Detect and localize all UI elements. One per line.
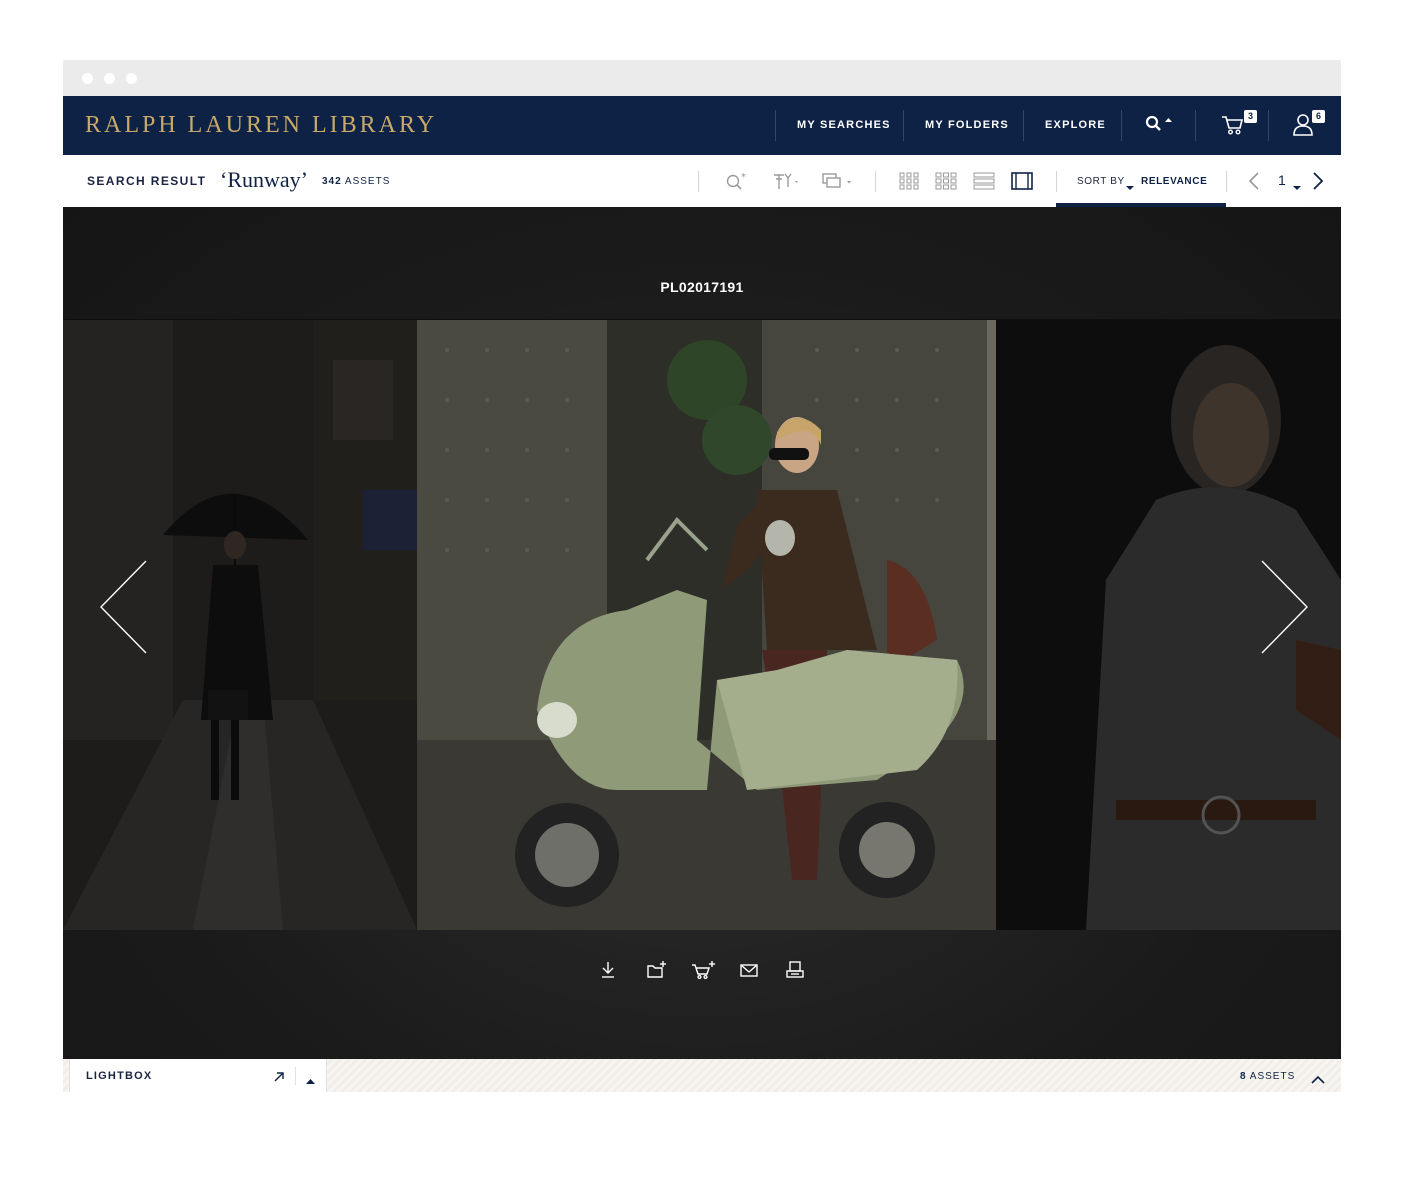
user-icon[interactable] <box>1292 113 1314 142</box>
lightbox-count: 8 ASSETS <box>1240 1071 1296 1082</box>
nav-my-searches[interactable]: MY SEARCHES <box>797 96 891 155</box>
nav-divider <box>1195 110 1196 141</box>
toolbar-divider <box>1056 171 1057 192</box>
filter-icon[interactable] <box>772 171 804 196</box>
lightbox-tab[interactable]: LIGHTBOX <box>69 1059 327 1092</box>
nav-my-folders[interactable]: MY FOLDERS <box>925 96 1009 155</box>
window-dot-maximize[interactable] <box>126 73 137 84</box>
zoom-search-icon[interactable]: * <box>725 171 749 196</box>
result-count: 342 ASSETS <box>322 176 391 187</box>
add-folder-icon[interactable] <box>646 960 668 985</box>
window-dot-minimize[interactable] <box>104 73 115 84</box>
nav-divider <box>1023 110 1024 141</box>
svg-text:*: * <box>741 172 746 183</box>
window-dot-close[interactable] <box>82 73 93 84</box>
chevron-up-icon[interactable] <box>1311 1071 1325 1089</box>
user-notification-badge: 6 <box>1312 110 1325 123</box>
nav-divider <box>1121 110 1122 141</box>
main-image[interactable] <box>417 320 996 930</box>
toolbar-divider <box>875 171 876 192</box>
asset-id: PL02017191 <box>660 279 744 295</box>
open-external-icon[interactable] <box>273 1070 285 1088</box>
grid-small-icon[interactable] <box>899 172 919 195</box>
page-number[interactable]: 1 <box>1278 172 1286 188</box>
search-query: ‘Runway’ <box>220 167 308 192</box>
toolbar-divider <box>698 171 699 192</box>
stack-icon[interactable] <box>821 171 855 196</box>
lightbox-bar: LIGHTBOX 8 ASSETS <box>63 1059 1341 1092</box>
nav-divider <box>775 110 776 141</box>
toolbar-divider <box>1226 171 1227 192</box>
list-view-icon[interactable] <box>973 172 995 195</box>
sort-by-label[interactable]: SORT BY <box>1077 176 1125 187</box>
next-image-arrow-icon[interactable] <box>1259 560 1309 659</box>
email-icon[interactable] <box>739 960 759 985</box>
prev-page-icon[interactable] <box>1248 172 1260 195</box>
search-toolbar: SEARCH RESULT ‘Runway’ 342 ASSETS * SORT… <box>63 155 1341 207</box>
image-viewer: PL02017191 <box>63 207 1341 1059</box>
single-view-icon[interactable] <box>1011 171 1033 196</box>
search-icon[interactable] <box>1145 115 1175 140</box>
sort-caret-icon[interactable] <box>1126 178 1134 196</box>
site-logo[interactable]: RALPH LAUREN LIBRARY <box>85 112 437 139</box>
page-caret-icon[interactable] <box>1293 178 1301 196</box>
search-result-label: SEARCH RESULT <box>87 174 207 188</box>
nav-divider <box>903 110 904 141</box>
cart-count-badge: 3 <box>1244 110 1257 123</box>
window-chrome <box>63 60 1341 96</box>
nav-divider <box>1268 110 1269 141</box>
print-icon[interactable] <box>785 960 805 985</box>
lightbox-expand-caret-icon[interactable] <box>306 1072 315 1090</box>
prev-image-arrow-icon[interactable] <box>99 560 149 659</box>
next-page-icon[interactable] <box>1312 172 1324 195</box>
download-icon[interactable] <box>599 960 617 985</box>
grid-medium-icon[interactable] <box>935 172 957 195</box>
add-cart-icon[interactable] <box>691 960 717 985</box>
cart-icon[interactable] <box>1221 113 1245 142</box>
lightbox-label: LIGHTBOX <box>86 1070 153 1082</box>
top-nav: RALPH LAUREN LIBRARY MY SEARCHES MY FOLD… <box>63 96 1341 155</box>
browser-window: RALPH LAUREN LIBRARY MY SEARCHES MY FOLD… <box>63 60 1341 1092</box>
nav-explore[interactable]: EXPLORE <box>1045 96 1106 155</box>
sort-value[interactable]: RELEVANCE <box>1141 176 1207 187</box>
lightbox-divider <box>295 1067 296 1085</box>
